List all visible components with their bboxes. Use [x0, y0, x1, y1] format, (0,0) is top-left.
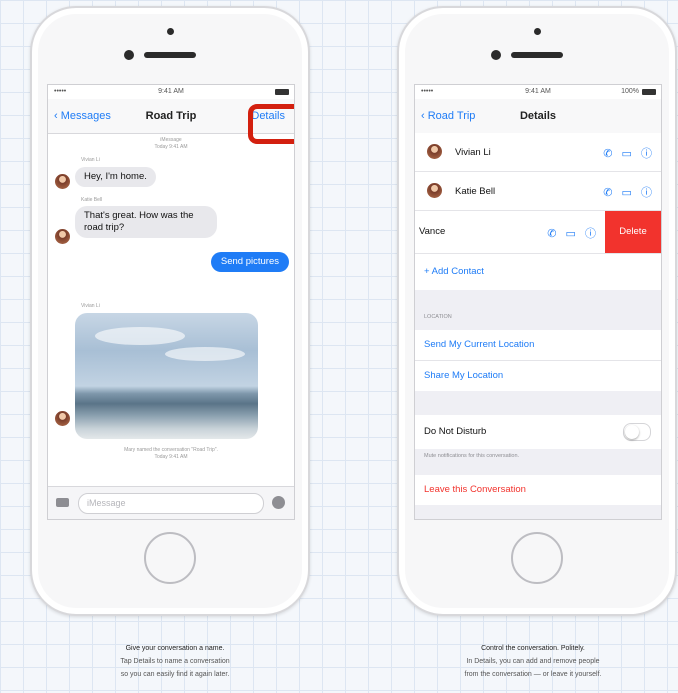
outgoing-message[interactable]: Send pictures [210, 252, 289, 272]
contact-row-vance-swiped[interactable]: Vance ✆ ▭ ⓘ Delete [415, 211, 661, 254]
avatar [55, 229, 70, 244]
dnd-note: Mute notifications for this conversation… [424, 453, 520, 459]
left-caption-line-1: Tap Details to name a conversation [120, 658, 230, 665]
section-spacer [415, 391, 661, 415]
left-caption: Give your conversation a name. Tap Detai… [25, 642, 325, 681]
compose-bar: iMessage [48, 486, 294, 519]
incoming-message[interactable]: Hey, I'm home. [75, 167, 156, 187]
photo-message-beach[interactable] [75, 313, 258, 439]
sensor-dot [167, 28, 174, 35]
message-input[interactable]: iMessage [78, 493, 264, 514]
dnd-label: Do Not Disturb [424, 426, 487, 437]
dnd-toggle[interactable] [623, 423, 651, 441]
avatar [55, 174, 70, 189]
rename-notice-line-2: Today 9:41 AM [154, 454, 188, 460]
status-time: 9:41 AM [158, 88, 184, 95]
home-button[interactable] [511, 532, 563, 584]
right-caption-title: Control the conversation. Politely. [481, 645, 585, 652]
send-location-row[interactable]: Send My Current Location [415, 330, 661, 361]
sender-name: Vivian Li [81, 157, 100, 163]
sender-name: Katie Bell [81, 197, 103, 203]
sender-name: Vivian Li [81, 303, 100, 309]
front-camera [124, 50, 134, 60]
details-screen: ••••• 9:41 AM 100% ‹ Road Trip Details V… [414, 84, 662, 520]
send-current-location-link[interactable]: Send My Current Location [424, 339, 534, 350]
contact-actions-icons[interactable]: ✆ ▭ ⓘ [603, 145, 655, 161]
home-button[interactable] [144, 532, 196, 584]
rename-notice: Mary named the conversation "Road Trip".… [48, 447, 294, 461]
dnd-footer: Mute notifications for this conversation… [415, 449, 661, 475]
message-thread: iMessage Today 9:41 AM Vivian Li Hey, I'… [48, 133, 294, 487]
cloud-shape [95, 327, 185, 345]
status-bar: ••••• 9:41 AM 100% [415, 85, 661, 99]
status-bar: ••••• 9:41 AM [48, 85, 294, 99]
left-caption-line-2: so you can easily find it again later. [120, 671, 230, 678]
timestamp-line-2: Today 9:41 AM [154, 144, 188, 150]
battery-percent: 100% [621, 88, 639, 95]
leave-conversation-button[interactable]: Leave this Conversation [424, 484, 526, 495]
incoming-message[interactable]: That's great. How was the road trip? [75, 206, 217, 238]
details-nav-bar: ‹ Road Trip Details [415, 99, 661, 134]
location-section-header: LOCATION [415, 290, 661, 330]
conversation-nav-bar: ‹ Messages Road Trip Details [48, 99, 294, 144]
contact-name: Vance [419, 226, 446, 237]
add-contact-row[interactable]: + Add Contact [415, 254, 661, 290]
do-not-disturb-row[interactable]: Do Not Disturb [415, 415, 661, 449]
location-header-label: LOCATION [424, 314, 452, 320]
share-my-location-link[interactable]: Share My Location [424, 370, 503, 381]
sensor-dot [534, 28, 541, 35]
contact-name: Katie Bell [455, 186, 496, 197]
front-camera [491, 50, 501, 60]
microphone-icon[interactable] [272, 496, 285, 509]
cloud-shape [165, 347, 245, 361]
battery-icon [642, 89, 656, 95]
right-iphone: ••••• 9:41 AM 100% ‹ Road Trip Details V… [397, 6, 677, 616]
bottom-spacer [415, 505, 661, 519]
contact-actions-icons[interactable]: ✆ ▭ ⓘ [603, 184, 655, 200]
left-caption-title: Give your conversation a name. [125, 645, 225, 652]
share-location-row[interactable]: Share My Location [415, 361, 661, 391]
contact-row-katie[interactable]: Katie Bell ✆ ▭ ⓘ [415, 172, 661, 211]
camera-icon[interactable] [56, 498, 69, 507]
right-caption-line-1: In Details, you can add and remove peopl… [466, 658, 600, 665]
rename-notice-line-1: Mary named the conversation "Road Trip". [124, 447, 218, 453]
right-caption-line-2: from the conversation — or leave it your… [464, 671, 602, 678]
contact-actions-icons[interactable]: ✆ ▭ ⓘ [547, 225, 599, 241]
earpiece-speaker [144, 52, 196, 58]
earpiece-speaker [511, 52, 563, 58]
right-caption: Control the conversation. Politely. In D… [383, 642, 678, 681]
avatar [427, 183, 442, 198]
leave-conversation-row[interactable]: Leave this Conversation [415, 475, 661, 505]
add-contact-button[interactable]: + Add Contact [424, 266, 484, 277]
messages-screen: ••••• 9:41 AM ‹ Messages Road Trip Detai… [47, 84, 295, 520]
swipe-delete-button[interactable]: Delete [605, 211, 661, 253]
thread-timestamp: iMessage Today 9:41 AM [48, 137, 294, 151]
contact-name: Vivian Li [455, 147, 491, 158]
timestamp-line-1: iMessage [160, 137, 182, 143]
contact-row-vivian[interactable]: Vivian Li ✆ ▭ ⓘ [415, 133, 661, 172]
details-title: Details [519, 110, 557, 122]
avatar [55, 411, 70, 426]
battery-icon [275, 89, 289, 95]
avatar [427, 144, 442, 159]
left-iphone: ••••• 9:41 AM ‹ Messages Road Trip Detai… [30, 6, 310, 616]
